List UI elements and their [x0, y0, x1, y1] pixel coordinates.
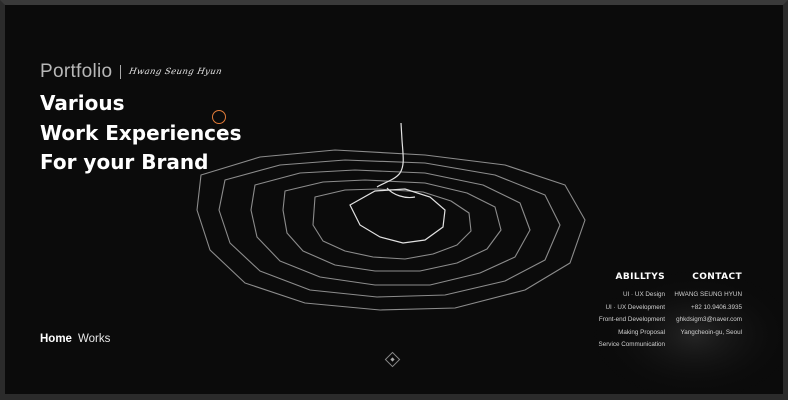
- headline: Various Work Experiences For your Brand: [40, 89, 242, 178]
- portfolio-label: Portfolio: [40, 61, 113, 82]
- nav-works-link[interactable]: Works: [78, 333, 110, 345]
- nav-home-link[interactable]: Home: [40, 333, 72, 345]
- contact-phone[interactable]: +82 10.9406.3935: [691, 302, 742, 315]
- portfolio-title-row: Portfolio Hwang Seung Hyun: [40, 61, 242, 83]
- headline-line-3: For your Brand: [40, 150, 209, 174]
- page-frame: Portfolio Hwang Seung Hyun Various Work …: [0, 0, 788, 400]
- hero-section: Portfolio Hwang Seung Hyun Various Work …: [40, 61, 242, 178]
- abilities-panel: ABILLTYS UI · UX Design UI · UX Developm…: [599, 272, 666, 352]
- signature-text: Hwang Seung Hyun: [128, 67, 224, 77]
- abilities-title: ABILLTYS: [615, 272, 665, 282]
- ability-item: UI · UX Development: [605, 303, 666, 311]
- headline-line-2: Work Experiences: [40, 120, 242, 145]
- contact-title: CONTACT: [692, 272, 742, 282]
- contact-email[interactable]: ghkdsigm3@naver.com: [676, 314, 742, 327]
- contact-panel: CONTACT HWANG SEUNG HYUN +82 10.9406.393…: [674, 272, 742, 339]
- ability-item: UI · UX Design: [623, 291, 665, 298]
- ability-item: Service Communication: [598, 341, 666, 348]
- main-nav: Home Works: [40, 333, 110, 345]
- ability-item: Front-end Development: [598, 316, 665, 323]
- cursor-ring-icon: [212, 110, 226, 124]
- ability-item: Making Proposal: [618, 328, 665, 336]
- contact-name: HWANG SEUNG HYUN: [674, 291, 742, 298]
- contact-address: Yangcheoin-gu, Seoul: [680, 328, 743, 336]
- title-divider: [120, 65, 122, 79]
- scroll-dot: [390, 357, 395, 362]
